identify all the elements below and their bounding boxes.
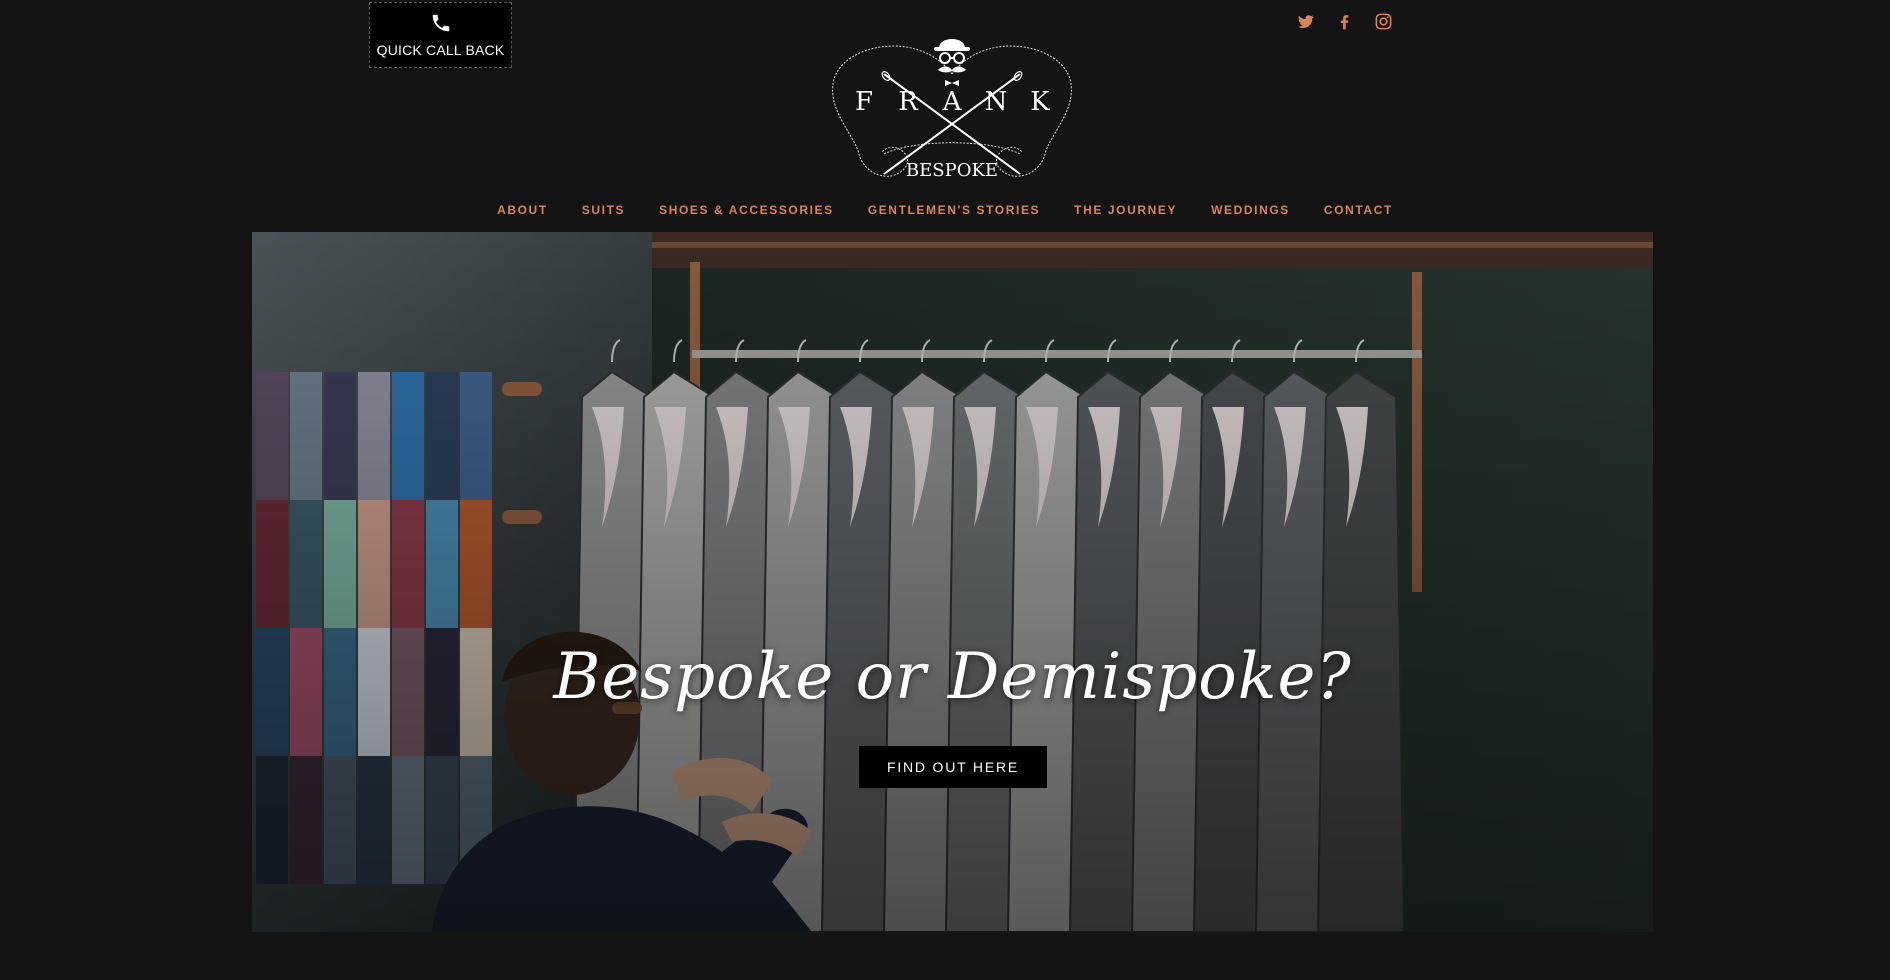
nav-item-weddings[interactable]: WEDDINGS (1211, 203, 1290, 217)
nav-item-about[interactable]: ABOUT (497, 203, 548, 217)
logo-subtitle: BESPOKE (906, 160, 998, 181)
instagram-icon (1375, 13, 1392, 30)
facebook-link[interactable] (1335, 12, 1354, 31)
logo-letter: F (855, 87, 873, 117)
hero-title: Bespoke or Demispoke? (553, 640, 1352, 714)
hero-image (252, 232, 1653, 932)
instagram-link[interactable] (1374, 12, 1393, 31)
nav-item-gentlemens-stories[interactable]: GENTLEMEN'S STORIES (868, 203, 1040, 217)
logo-letters: F R A N K (855, 87, 1050, 117)
twitter-link[interactable] (1296, 12, 1315, 31)
quick-call-back-button[interactable]: QUICK CALL BACK (369, 2, 512, 68)
frank-bespoke-logo[interactable]: F R A N K BESPOKE (824, 34, 1080, 186)
quick-call-back-label: QUICK CALL BACK (376, 42, 505, 58)
hero-banner: Bespoke or Demispoke? FIND OUT HERE (252, 232, 1653, 932)
page: QUICK CALL BACK F R A N K BESPOKE ABOUT … (0, 0, 1890, 980)
facebook-icon (1340, 15, 1349, 30)
logo-letter: A (942, 87, 963, 117)
logo-letter: N (985, 87, 1008, 117)
nav-item-the-journey[interactable]: THE JOURNEY (1074, 203, 1177, 217)
find-out-here-button[interactable]: FIND OUT HERE (859, 746, 1047, 788)
main-navigation: ABOUT SUITS SHOES & ACCESSORIES GENTLEME… (0, 203, 1890, 217)
twitter-icon (1298, 15, 1314, 29)
logo-letter: R (898, 87, 919, 117)
logo-letter: K (1030, 87, 1050, 117)
nav-item-contact[interactable]: CONTACT (1324, 203, 1393, 217)
social-links (1296, 12, 1393, 31)
nav-item-shoes-accessories[interactable]: SHOES & ACCESSORIES (659, 203, 834, 217)
nav-item-suits[interactable]: SUITS (582, 203, 625, 217)
phone-icon (432, 14, 449, 32)
